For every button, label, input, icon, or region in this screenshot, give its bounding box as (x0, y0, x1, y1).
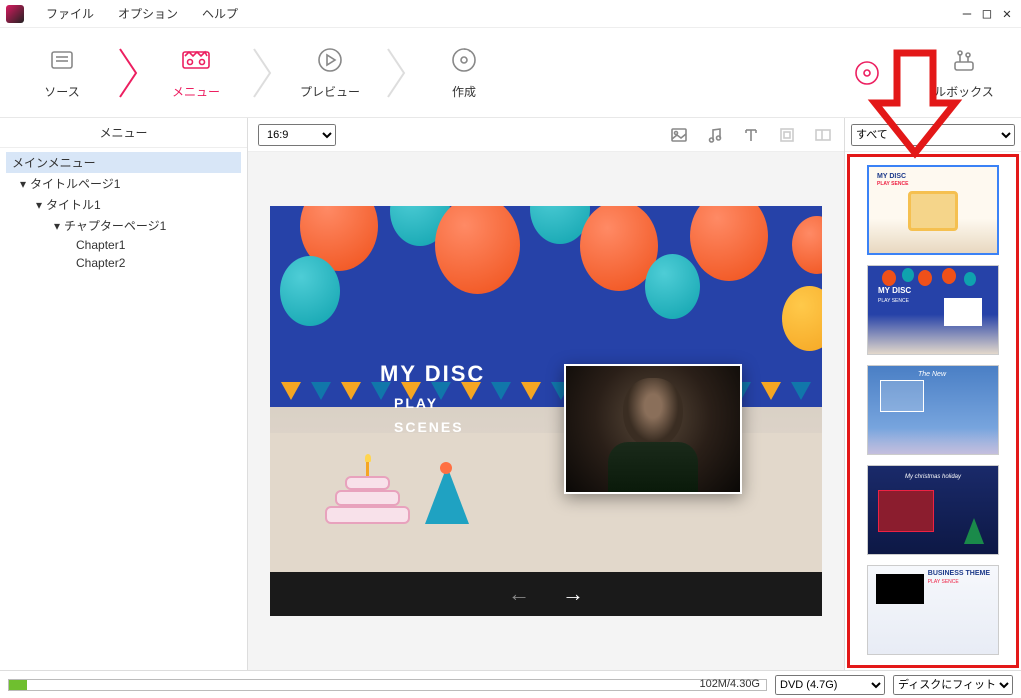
menu-help[interactable]: ヘルプ (190, 5, 250, 22)
tree-item[interactable]: ▾タイトルページ1 (6, 173, 241, 194)
tree-root[interactable]: メインメニュー (6, 152, 241, 173)
disc-icon (852, 58, 882, 88)
frame-icon[interactable] (776, 124, 798, 146)
tree-item[interactable]: ▾タイトル1 (6, 194, 241, 215)
main-area: メニュー メインメニュー ▾タイトルページ1 ▾タイトル1 ▾チャプターページ1… (0, 118, 1021, 670)
step-menu[interactable]: メニュー (146, 33, 246, 113)
sidebar: メニュー メインメニュー ▾タイトルページ1 ▾タイトル1 ▾チャプターページ1… (0, 118, 248, 670)
template-item[interactable]: The New (867, 365, 999, 455)
disc-type-select[interactable]: DVD (4.7G) (775, 675, 885, 695)
tools-icon (949, 45, 979, 75)
template-item[interactable]: MY DISC PLAY SENCE (867, 265, 999, 355)
menubar: ファイル オプション ヘルプ — □ ✕ (0, 0, 1021, 28)
disc-title: MY DISC (380, 361, 485, 387)
menu-file[interactable]: ファイル (34, 5, 106, 22)
minimize-button[interactable]: — (959, 6, 975, 22)
sidebar-header: メニュー (0, 118, 247, 148)
disc-scenes: SCENES (380, 419, 485, 435)
menu-option[interactable]: オプション (106, 5, 190, 22)
toolbox-label: ルボックス (934, 83, 994, 100)
step-source[interactable]: ソース (12, 33, 112, 113)
step-toolbar: ソース メニュー プレビュー 作成 (0, 28, 1021, 118)
music-icon[interactable] (704, 124, 726, 146)
disc-usage-bar: 102M/4.30G (8, 679, 767, 691)
image-icon[interactable] (668, 124, 690, 146)
window-controls: — □ ✕ (959, 6, 1015, 22)
chevron-icon (380, 33, 414, 113)
cake-icon (325, 454, 410, 524)
template-item[interactable]: BUSINESS THEME PLAY SENCE (867, 565, 999, 655)
preview-toolbar: 16:9 (248, 118, 844, 152)
step-label: メニュー (172, 83, 220, 100)
templates-filter-select[interactable]: すべて (851, 124, 1015, 146)
menu-stage: MY DISC PLAY SCENES (270, 206, 822, 572)
preview-icon (315, 45, 345, 75)
aspect-select[interactable]: 16:9 (258, 124, 336, 146)
maximize-button[interactable]: □ (979, 6, 995, 22)
tpl-title: BUSINESS THEME (928, 570, 990, 577)
preview-area: MY DISC PLAY SCENES (248, 152, 844, 670)
prev-arrow-icon[interactable]: ← (508, 581, 530, 607)
text-icon[interactable] (740, 124, 762, 146)
chevron-icon (246, 33, 280, 113)
statusbar: 102M/4.30G DVD (4.7G) ディスクにフィット (0, 670, 1021, 698)
tree-item[interactable]: ▾チャプターページ1 (6, 215, 241, 236)
menu-icon (181, 45, 211, 75)
tpl-title: MY DISC (878, 286, 911, 295)
templates-panel: すべて MY DISCPLAY SENCE MY DISC PLAY SENCE… (845, 118, 1021, 670)
next-arrow-icon[interactable]: → (562, 581, 584, 607)
right-tools: ルボックス (837, 33, 1009, 113)
tpl-title: The New (918, 371, 946, 378)
tpl-sub: PLAY SENCE (878, 298, 909, 304)
tpl-title: MY DISC (877, 173, 906, 180)
step-burn[interactable]: 作成 (414, 33, 514, 113)
thumbnail-content-icon (623, 378, 683, 448)
toolbox-1[interactable] (837, 33, 897, 113)
preview-canvas[interactable]: MY DISC PLAY SCENES (270, 206, 822, 616)
app-logo-icon (6, 5, 24, 23)
preview-nav: ← → (270, 572, 822, 616)
source-icon (47, 45, 77, 75)
layout-icon[interactable] (812, 124, 834, 146)
disc-usage-text: 102M/4.30G (699, 678, 760, 690)
menu-tree: メインメニュー ▾タイトルページ1 ▾タイトル1 ▾チャプターページ1 Chap… (0, 148, 247, 276)
toolbox-2[interactable]: ルボックス (929, 33, 999, 113)
templates-list[interactable]: MY DISCPLAY SENCE MY DISC PLAY SENCE The… (847, 154, 1019, 668)
tree-item[interactable]: Chapter2 (6, 254, 241, 272)
tree-item[interactable]: Chapter1 (6, 236, 241, 254)
party-hat-icon (425, 466, 469, 524)
template-item[interactable]: My christmas holiday (867, 465, 999, 555)
step-preview[interactable]: プレビュー (280, 33, 380, 113)
center-panel: 16:9 (248, 118, 845, 670)
burn-icon (449, 45, 479, 75)
tpl-sub: PLAY SENCE (877, 181, 908, 187)
close-button[interactable]: ✕ (999, 6, 1015, 22)
step-label: ソース (44, 83, 79, 100)
disc-fit-select[interactable]: ディスクにフィット (893, 675, 1013, 695)
step-label: 作成 (452, 83, 476, 100)
tpl-sub: PLAY SENCE (928, 579, 959, 585)
disc-text-block[interactable]: MY DISC PLAY SCENES (380, 361, 485, 435)
balloon-icon (280, 256, 340, 326)
step-label: プレビュー (300, 83, 360, 100)
tpl-title: My christmas holiday (868, 474, 998, 480)
tree-label: タイトル1 (46, 198, 101, 212)
balloon-icon (645, 254, 700, 319)
chevron-icon (112, 33, 146, 113)
template-item[interactable]: MY DISCPLAY SENCE (867, 165, 999, 255)
video-thumbnail[interactable] (564, 364, 742, 494)
tree-label: タイトルページ1 (30, 177, 120, 191)
disc-play: PLAY (380, 395, 485, 411)
templates-header: すべて (845, 118, 1021, 152)
tree-label: チャプターページ1 (64, 219, 166, 233)
